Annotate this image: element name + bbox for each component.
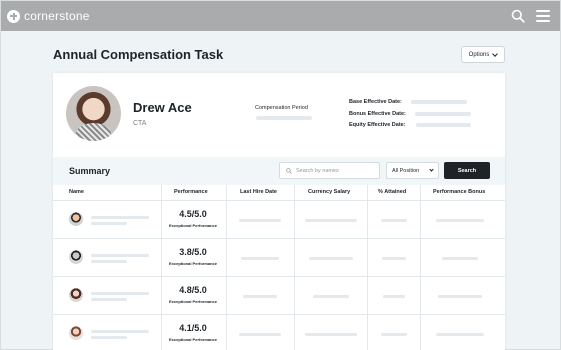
summary-table: Name Performance Last Hire Date Currency…: [53, 185, 505, 350]
currency-salary-placeholder: [305, 333, 357, 336]
equity-effective-label: Equity Effective Date:: [349, 122, 406, 128]
table-row[interactable]: 4.8/5.0 Exceptional Performance: [53, 277, 505, 315]
summary-title: Summary: [69, 166, 111, 176]
employee-name-placeholder: [91, 216, 149, 219]
avatar: [69, 212, 83, 226]
chevron-down-icon: [492, 50, 499, 57]
column-header-attained[interactable]: % Attained: [378, 189, 406, 195]
last-hire-date-placeholder: [241, 257, 279, 260]
column-header-name[interactable]: Name: [69, 189, 84, 195]
summary-toolbar: Summary Search by names All Position Sea…: [53, 157, 505, 185]
avatar: [69, 288, 83, 302]
attained-placeholder: [381, 219, 407, 222]
attained-placeholder: [381, 333, 407, 336]
search-input[interactable]: Search by names: [279, 162, 380, 179]
equity-effective-value: [416, 123, 471, 127]
column-header-last-hire-date[interactable]: Last Hire Date: [240, 189, 277, 195]
performance-score: 3.8/5.0: [179, 247, 207, 257]
avatar: [69, 250, 83, 264]
employee-name: Drew Ace: [133, 100, 192, 115]
options-button[interactable]: Options: [461, 46, 505, 63]
performance-rating: Exceptional Performance: [168, 223, 218, 228]
performance-bonus-placeholder: [436, 219, 484, 222]
performance-score: 4.5/5.0: [179, 209, 207, 219]
performance-score: 4.8/5.0: [179, 285, 207, 295]
attained-placeholder: [383, 295, 405, 298]
currency-salary-placeholder: [305, 219, 357, 222]
position-select-value: All Position: [392, 167, 420, 174]
performance-bonus-placeholder: [438, 295, 482, 298]
avatar: [69, 326, 83, 340]
brand-name: cornerstone: [24, 9, 90, 23]
employee-role: CTA: [133, 120, 147, 127]
last-hire-date-placeholder: [239, 219, 281, 222]
search-icon[interactable]: [511, 9, 525, 23]
performance-score: 4.1/5.0: [179, 323, 207, 333]
brand-logo[interactable]: cornerstone: [7, 9, 90, 23]
table-row[interactable]: 3.8/5.0 Exceptional Performance: [53, 239, 505, 277]
logo-icon: [7, 9, 20, 23]
bonus-effective-label: Bonus Effective Date:: [349, 111, 406, 117]
attained-placeholder: [382, 257, 406, 260]
table-row[interactable]: 4.5/5.0 Exceptional Performance: [53, 201, 505, 239]
compensation-period-value: [256, 116, 312, 120]
employee-detail-placeholder: [91, 336, 127, 339]
table-header: Name Performance Last Hire Date Currency…: [53, 185, 505, 201]
employee-detail-placeholder: [91, 298, 127, 301]
employee-avatar: [66, 86, 121, 141]
column-header-currency-salary[interactable]: Currency Salary: [308, 189, 350, 195]
top-bar: cornerstone: [1, 1, 560, 31]
base-effective-value: [411, 100, 467, 104]
search-button[interactable]: Search: [444, 162, 490, 179]
chevron-down-icon: [429, 167, 434, 172]
menu-icon[interactable]: [536, 10, 550, 22]
employee-name-placeholder: [91, 254, 149, 257]
position-select[interactable]: All Position: [386, 162, 439, 179]
search-placeholder: Search by names: [296, 167, 339, 174]
employee-detail-placeholder: [91, 222, 127, 225]
page-title: Annual Compensation Task: [53, 47, 224, 62]
table-row[interactable]: 4.1/5.0 Exceptional Performance: [53, 315, 505, 350]
base-effective-label: Base Effective Date:: [349, 99, 402, 105]
column-header-performance-bonus[interactable]: Performance Bonus: [433, 189, 485, 195]
options-label: Options: [468, 51, 490, 58]
compensation-period-label: Compensation Period: [255, 105, 308, 111]
employee-name-placeholder: [91, 292, 149, 295]
performance-bonus-placeholder: [436, 333, 484, 336]
performance-bonus-placeholder: [442, 257, 478, 260]
column-header-performance[interactable]: Performance: [174, 189, 208, 195]
currency-salary-placeholder: [309, 257, 353, 260]
performance-rating: Exceptional Performance: [168, 299, 218, 304]
performance-rating: Exceptional Performance: [168, 261, 218, 266]
performance-rating: Exceptional Performance: [168, 337, 218, 342]
last-hire-date-placeholder: [239, 333, 281, 336]
compensation-card: Drew Ace CTA Compensation Period Base Ef…: [53, 73, 505, 350]
last-hire-date-placeholder: [243, 295, 277, 298]
currency-salary-placeholder: [313, 295, 349, 298]
employee-detail-placeholder: [91, 260, 127, 263]
bonus-effective-value: [415, 112, 471, 116]
search-icon: [286, 167, 292, 174]
employee-name-placeholder: [91, 330, 149, 333]
